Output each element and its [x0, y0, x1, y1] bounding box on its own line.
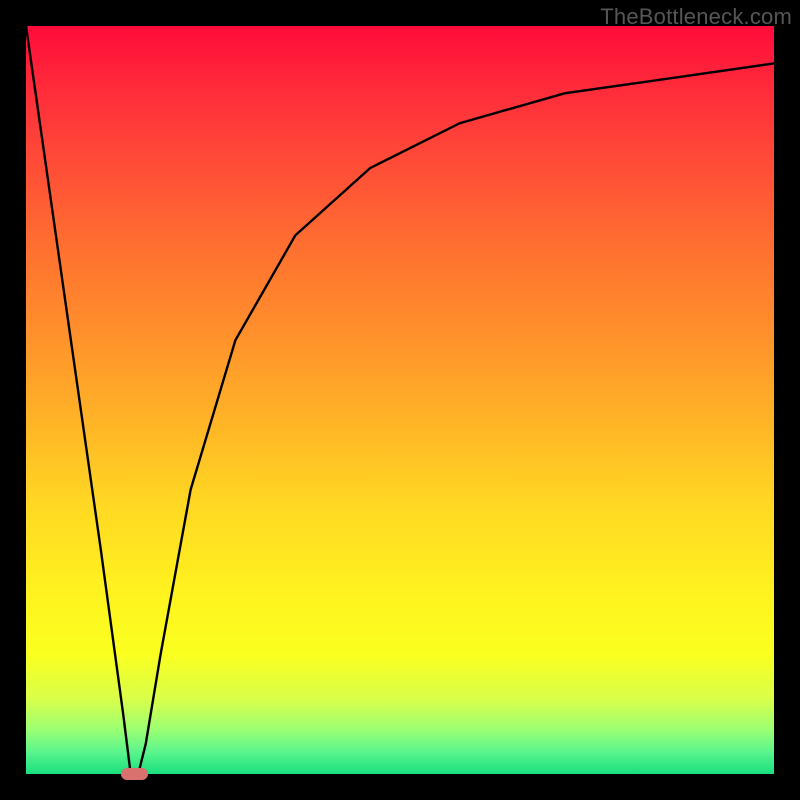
chart-frame: TheBottleneck.com	[0, 0, 800, 800]
curve-path	[26, 26, 774, 774]
watermark-text: TheBottleneck.com	[600, 4, 792, 30]
sweet-spot-marker	[121, 768, 147, 780]
bottleneck-curve	[26, 26, 774, 774]
plot-area	[26, 26, 774, 774]
